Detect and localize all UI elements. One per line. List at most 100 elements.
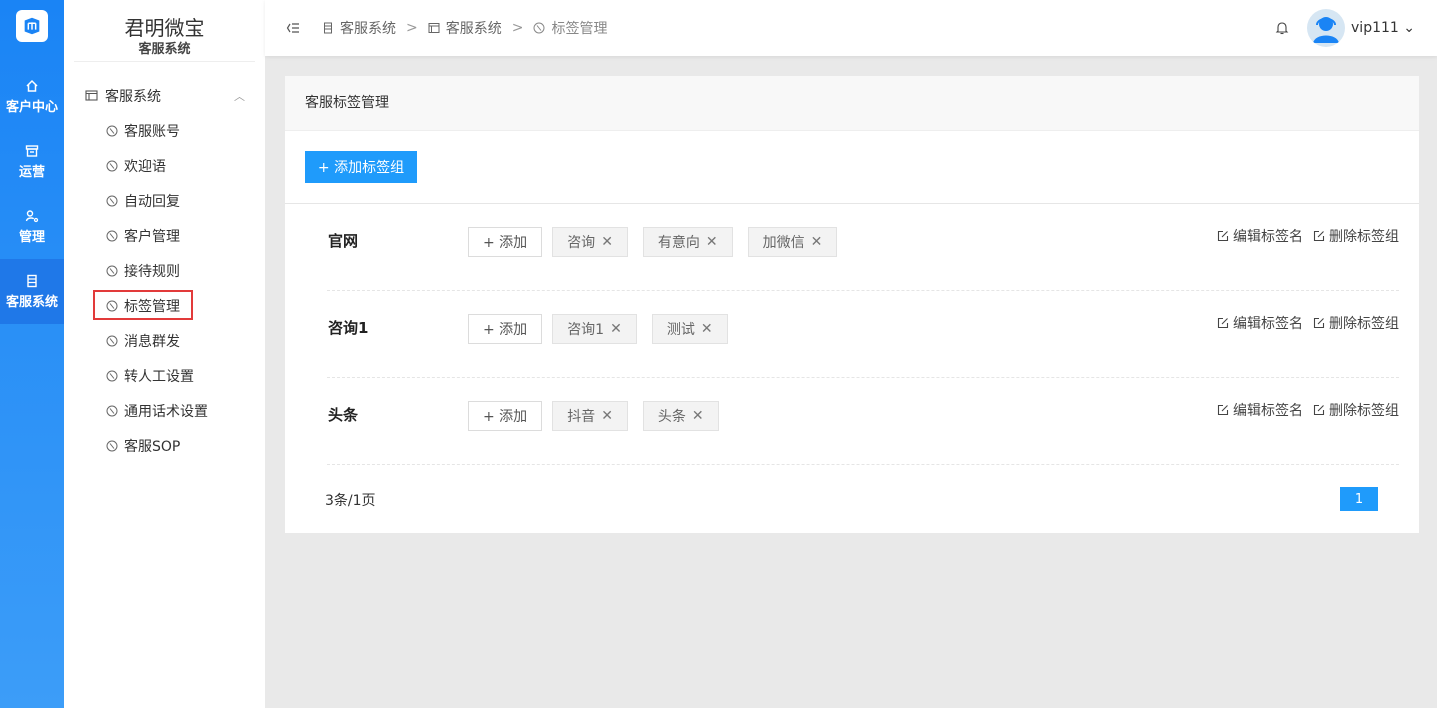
breadcrumb-label: 标签管理 <box>551 21 608 37</box>
sidebar-item-label: 接待规则 <box>124 263 180 280</box>
card-title: 客服标签管理 <box>285 76 1419 131</box>
breadcrumb-item-cs-system-2[interactable]: 客服系统 <box>428 18 502 38</box>
breadcrumb-item-tag-mgmt: 标签管理 <box>533 18 607 38</box>
edit-icon <box>1313 317 1325 329</box>
delete-label: 删除标签组 <box>1329 403 1399 419</box>
tag-group-row: 头条 + 添加 抖音 ✕ 头条 ✕ 编辑标签名 删除标签组 <box>327 378 1399 465</box>
app-logo[interactable] <box>16 10 48 42</box>
close-icon[interactable]: ✕ <box>701 321 713 337</box>
add-tag-button[interactable]: + 添加 <box>468 401 543 431</box>
collapse-menu-icon[interactable] <box>286 21 300 35</box>
sidebar-item-transfer-settings[interactable]: 转人工设置 <box>64 358 265 393</box>
user-area: vip111 ⌄ <box>1274 9 1415 47</box>
edit-tag-name-link[interactable]: 编辑标签名 <box>1217 400 1303 420</box>
sidebar-item-reception-rules[interactable]: 接待规则 <box>64 253 265 288</box>
sidebar-item-cs-account[interactable]: 客服账号 <box>64 113 265 148</box>
edit-icon <box>1217 317 1229 329</box>
secondary-sidebar: 君明微宝 客服系统 客服系统 ︿ 客服账号 欢迎语 自动回复 客户管理 接待规则… <box>64 0 265 708</box>
compass-icon <box>533 22 545 34</box>
rail-item-customer-center[interactable]: 客户中心 <box>0 64 64 129</box>
breadcrumb: 客服系统 > 客服系统 > 标签管理 <box>322 18 607 38</box>
close-icon[interactable]: ✕ <box>811 234 823 250</box>
row-actions: 编辑标签名 删除标签组 <box>1207 226 1399 246</box>
edit-tag-name-link[interactable]: 编辑标签名 <box>1217 226 1303 246</box>
user-key-icon <box>25 209 39 222</box>
tag: 加微信 ✕ <box>747 227 838 257</box>
sidebar-item-label: 自动回复 <box>124 193 180 210</box>
avatar[interactable] <box>1307 9 1346 47</box>
sidebar-item-auto-reply[interactable]: 自动回复 <box>64 183 265 218</box>
close-icon[interactable]: ✕ <box>601 234 613 250</box>
close-icon[interactable]: ✕ <box>601 408 613 424</box>
tag: 咨询 ✕ <box>552 227 628 257</box>
bell-icon[interactable] <box>1274 20 1290 36</box>
user-name-dropdown[interactable]: vip111 ⌄ <box>1351 20 1415 36</box>
compass-icon <box>106 265 118 276</box>
user-avatar-icon <box>1313 17 1340 43</box>
close-icon[interactable]: ✕ <box>706 234 718 250</box>
tag-list: + 添加 咨询 ✕ 有意向 ✕ 加微信 ✕ <box>468 227 852 257</box>
sidebar-group-cs-system[interactable]: 客服系统 ︿ <box>64 78 265 113</box>
compass-icon <box>106 125 118 136</box>
tag-label: 加微信 <box>762 235 805 251</box>
compass-icon <box>106 370 118 381</box>
compass-icon <box>106 230 118 241</box>
left-rail: 客户中心 运营 管理 客服系统 <box>0 0 64 708</box>
sidebar-item-script-settings[interactable]: 通用话术设置 <box>64 393 265 428</box>
sidebar-group-label: 客服系统 <box>105 88 161 105</box>
breadcrumb-label: 客服系统 <box>340 21 396 37</box>
edit-label: 编辑标签名 <box>1233 229 1303 245</box>
rail-item-operations[interactable]: 运营 <box>0 129 64 194</box>
tag: 咨询1 ✕ <box>552 314 637 344</box>
add-tag-button[interactable]: + 添加 <box>468 227 543 257</box>
close-icon[interactable]: ✕ <box>692 408 704 424</box>
tag-label: 头条 <box>657 409 686 425</box>
brand-subtitle: 客服系统 <box>74 40 255 62</box>
bookmark-icon <box>324 22 332 34</box>
breadcrumb-item-cs-system-1[interactable]: 客服系统 <box>322 18 396 38</box>
pagination-summary: 3条/1页 <box>325 493 376 509</box>
tag-group-name: 咨询1 <box>328 319 369 337</box>
rail-item-management[interactable]: 管理 <box>0 194 64 259</box>
sidebar-item-welcome[interactable]: 欢迎语 <box>64 148 265 183</box>
delete-tag-group-link[interactable]: 删除标签组 <box>1313 226 1399 246</box>
rail-item-label: 客服系统 <box>5 294 58 310</box>
tag-label: 有意向 <box>657 235 700 251</box>
breadcrumb-label: 客服系统 <box>445 21 502 37</box>
close-icon[interactable]: ✕ <box>610 321 622 337</box>
chevron-up-icon: ︿ <box>234 89 245 103</box>
tag-label: 咨询1 <box>567 322 605 338</box>
home-icon <box>26 79 38 92</box>
page-button-1[interactable]: 1 <box>1340 487 1378 511</box>
tag: 有意向 ✕ <box>642 227 733 257</box>
rail-item-cs-system[interactable]: 客服系统 <box>0 259 64 324</box>
highlight-box <box>93 290 193 320</box>
add-tag-button[interactable]: + 添加 <box>468 314 543 344</box>
sidebar-item-label: 转人工设置 <box>124 368 194 385</box>
rail-item-label: 客户中心 <box>5 99 58 115</box>
chevron-down-icon: ⌄ <box>1403 20 1415 36</box>
tag-group-name: 头条 <box>328 406 359 424</box>
breadcrumb-separator: > <box>406 20 418 36</box>
delete-label: 删除标签组 <box>1329 229 1399 245</box>
sidebar-item-label: 客服SOP <box>124 438 181 455</box>
add-tag-group-button[interactable]: + 添加标签组 <box>305 151 417 183</box>
tag-label: 测试 <box>666 322 695 338</box>
edit-tag-name-link[interactable]: 编辑标签名 <box>1217 313 1303 333</box>
tag-management-card: 客服标签管理 + 添加标签组 官网 + 添加 咨询 ✕ 有意向 ✕ 加微信 ✕ 编辑标… <box>285 76 1419 533</box>
sidebar-item-customer-mgmt[interactable]: 客户管理 <box>64 218 265 253</box>
row-actions: 编辑标签名 删除标签组 <box>1207 313 1399 333</box>
tag-label: 抖音 <box>567 409 596 425</box>
delete-tag-group-link[interactable]: 删除标签组 <box>1313 313 1399 333</box>
tag-group-name: 官网 <box>328 232 359 250</box>
sidebar-item-tag-mgmt[interactable]: 标签管理 <box>64 288 265 323</box>
rail-item-label: 管理 <box>18 229 45 245</box>
sidebar-item-broadcast[interactable]: 消息群发 <box>64 323 265 358</box>
tag-list: + 添加 咨询1 ✕ 测试 ✕ <box>468 314 743 344</box>
edit-icon <box>1217 404 1229 416</box>
sidebar-item-cs-sop[interactable]: 客服SOP <box>64 428 265 463</box>
edit-icon <box>1313 230 1325 242</box>
row-actions: 编辑标签名 删除标签组 <box>1207 400 1399 420</box>
compass-icon <box>106 335 118 346</box>
delete-tag-group-link[interactable]: 删除标签组 <box>1313 400 1399 420</box>
